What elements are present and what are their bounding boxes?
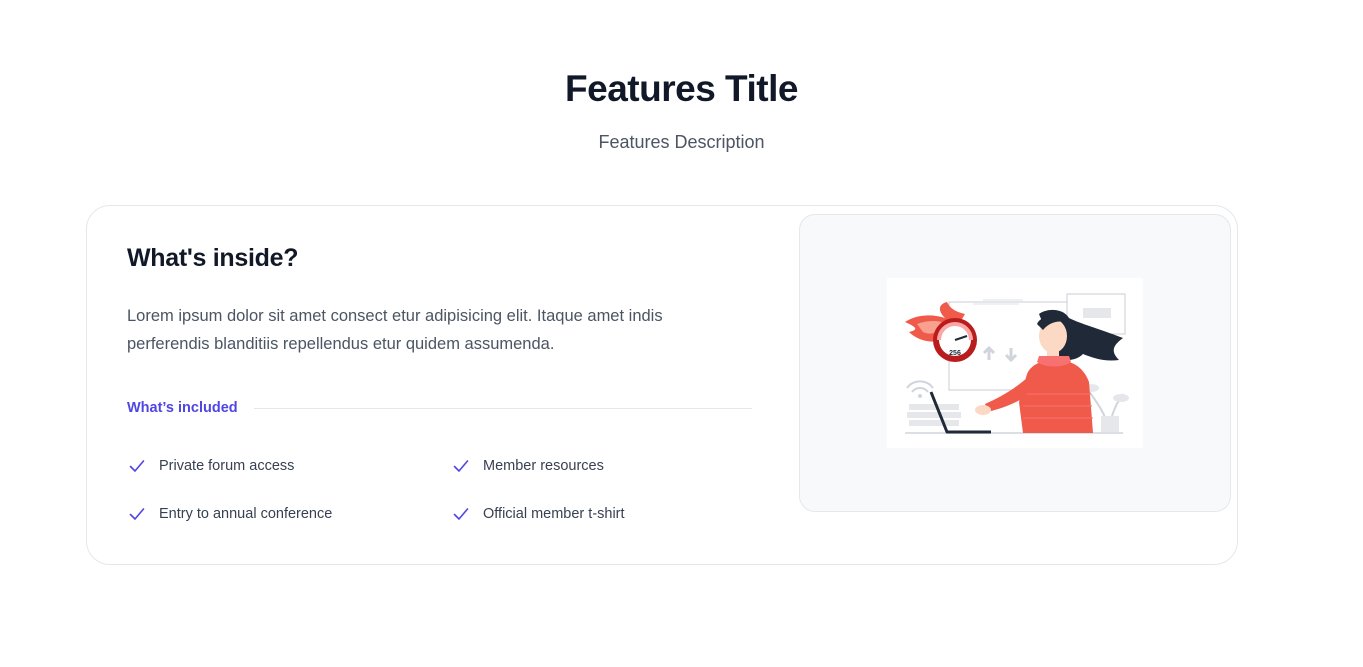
check-icon: [129, 460, 145, 472]
feature-label: Entry to annual conference: [159, 506, 333, 522]
page-description: Features Description: [598, 132, 765, 152]
card-heading: What's inside?: [127, 244, 299, 272]
gauge-value: 256: [949, 350, 961, 357]
check-icon: [453, 508, 469, 520]
feature-label: Official member t-shirt: [483, 506, 625, 522]
feature-item: Official member t-shirt: [451, 502, 775, 526]
page-title: Features Title: [565, 68, 798, 109]
whats-included-divider: What’s included: [127, 400, 752, 416]
illustration-panel: 256: [799, 214, 1231, 512]
divider-line: [253, 407, 752, 409]
feature-label: Private forum access: [159, 458, 295, 474]
feature-item: Member resources: [451, 454, 775, 478]
feature-item: Private forum access: [127, 454, 451, 478]
check-icon: [453, 460, 469, 472]
feature-item: Entry to annual conference: [127, 502, 451, 526]
feature-card: What's inside? Lorem ipsum dolor sit ame…: [86, 205, 1238, 565]
speed-test-illustration: 256: [887, 278, 1143, 448]
card-description: Lorem ipsum dolor sit amet consect etur …: [127, 307, 663, 353]
whats-included-label: What’s included: [127, 400, 238, 416]
feature-list: Private forum access Member resources En…: [127, 454, 777, 526]
check-icon: [129, 508, 145, 520]
feature-label: Member resources: [483, 458, 604, 474]
